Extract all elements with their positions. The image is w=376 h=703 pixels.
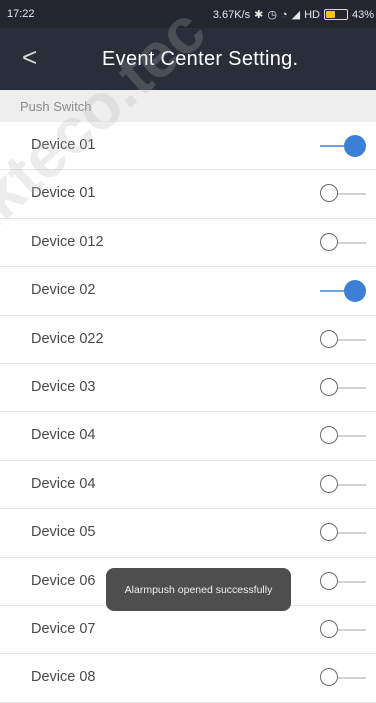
push-toggle[interactable] [320,279,366,303]
signal-icon: ◢ [291,9,301,21]
chevron-left-icon: < [22,42,38,72]
battery-percent: 43% [351,8,374,21]
push-toggle[interactable] [320,376,366,400]
toggle-knob [320,668,338,687]
status-time: 17:22 [7,8,35,20]
device-name: Device 02 [31,282,96,299]
push-toggle[interactable] [320,182,366,206]
net-speed: 3.67K/s [212,8,251,21]
device-row: Device 08 [0,654,376,703]
device-row: Device 01 [0,122,376,171]
push-toggle[interactable] [320,424,366,448]
toast-message: Alarmpush opened successfully [124,583,273,596]
toggle-knob [320,523,338,542]
device-row: Device 07 [0,606,376,655]
device-row: Device 02 [0,267,376,316]
section-header: Push Switch [0,90,376,122]
push-toggle[interactable] [320,473,366,497]
toggle-knob [320,184,338,203]
toggle-knob [344,135,366,157]
device-row: Device 05 [0,509,376,558]
section-title: Push Switch [20,99,92,114]
device-row: Device 04 [0,461,376,510]
device-name: Device 08 [31,669,96,686]
push-toggle[interactable] [320,618,366,642]
battery-icon [323,9,348,20]
status-bar: 17:22 3.67K/s ✱ ◷ ◔ ◢ HD 43% [0,0,376,28]
device-row: Device 03 [0,364,376,413]
toggle-knob [320,329,338,348]
toggle-knob [320,426,338,445]
toggle-knob [320,232,338,251]
network-type: HD [304,8,320,21]
push-toggle[interactable] [320,570,366,594]
device-name: Device 06 [31,572,96,589]
push-toggle[interactable] [320,134,366,158]
toggle-knob [344,280,366,303]
app-header: < Event Center Setting. [0,28,376,90]
toggle-knob [320,474,338,493]
device-row: Device 04 [0,412,376,461]
push-toggle[interactable] [320,328,366,352]
toggle-knob [320,571,338,590]
back-button[interactable]: < [22,42,37,72]
device-name: Device 022 [31,330,104,347]
page-title: Event Center Setting. [102,48,299,70]
push-toggle[interactable] [320,521,366,545]
toast: Alarmpush opened successfully [106,568,291,611]
device-name: Device 03 [31,378,96,395]
toggle-knob [320,619,338,638]
device-row: Device 01 [0,170,376,219]
device-list: Device 01 Device 01 Device 012 Device 02 Dev… [0,122,376,703]
push-toggle[interactable] [320,231,366,255]
device-name: Device 04 [31,427,96,444]
device-row: Device 022 [0,316,376,364]
device-name: Device 01 [31,185,96,202]
device-name: Device 07 [31,620,96,637]
device-row: Device 012 [0,219,376,268]
alarm-icon: ◷ [267,9,277,21]
device-name: Device 04 [31,475,96,492]
device-name: Device 01 [31,137,96,153]
bluetooth-icon: ✱ [254,9,264,21]
status-right: 3.67K/s ✱ ◷ ◔ ◢ HD 43% [212,8,374,22]
toggle-knob [320,377,338,396]
device-name: Device 012 [31,233,104,250]
push-toggle[interactable] [320,666,366,690]
device-name: Device 05 [31,524,96,541]
wifi-icon: ◔ [280,8,288,21]
